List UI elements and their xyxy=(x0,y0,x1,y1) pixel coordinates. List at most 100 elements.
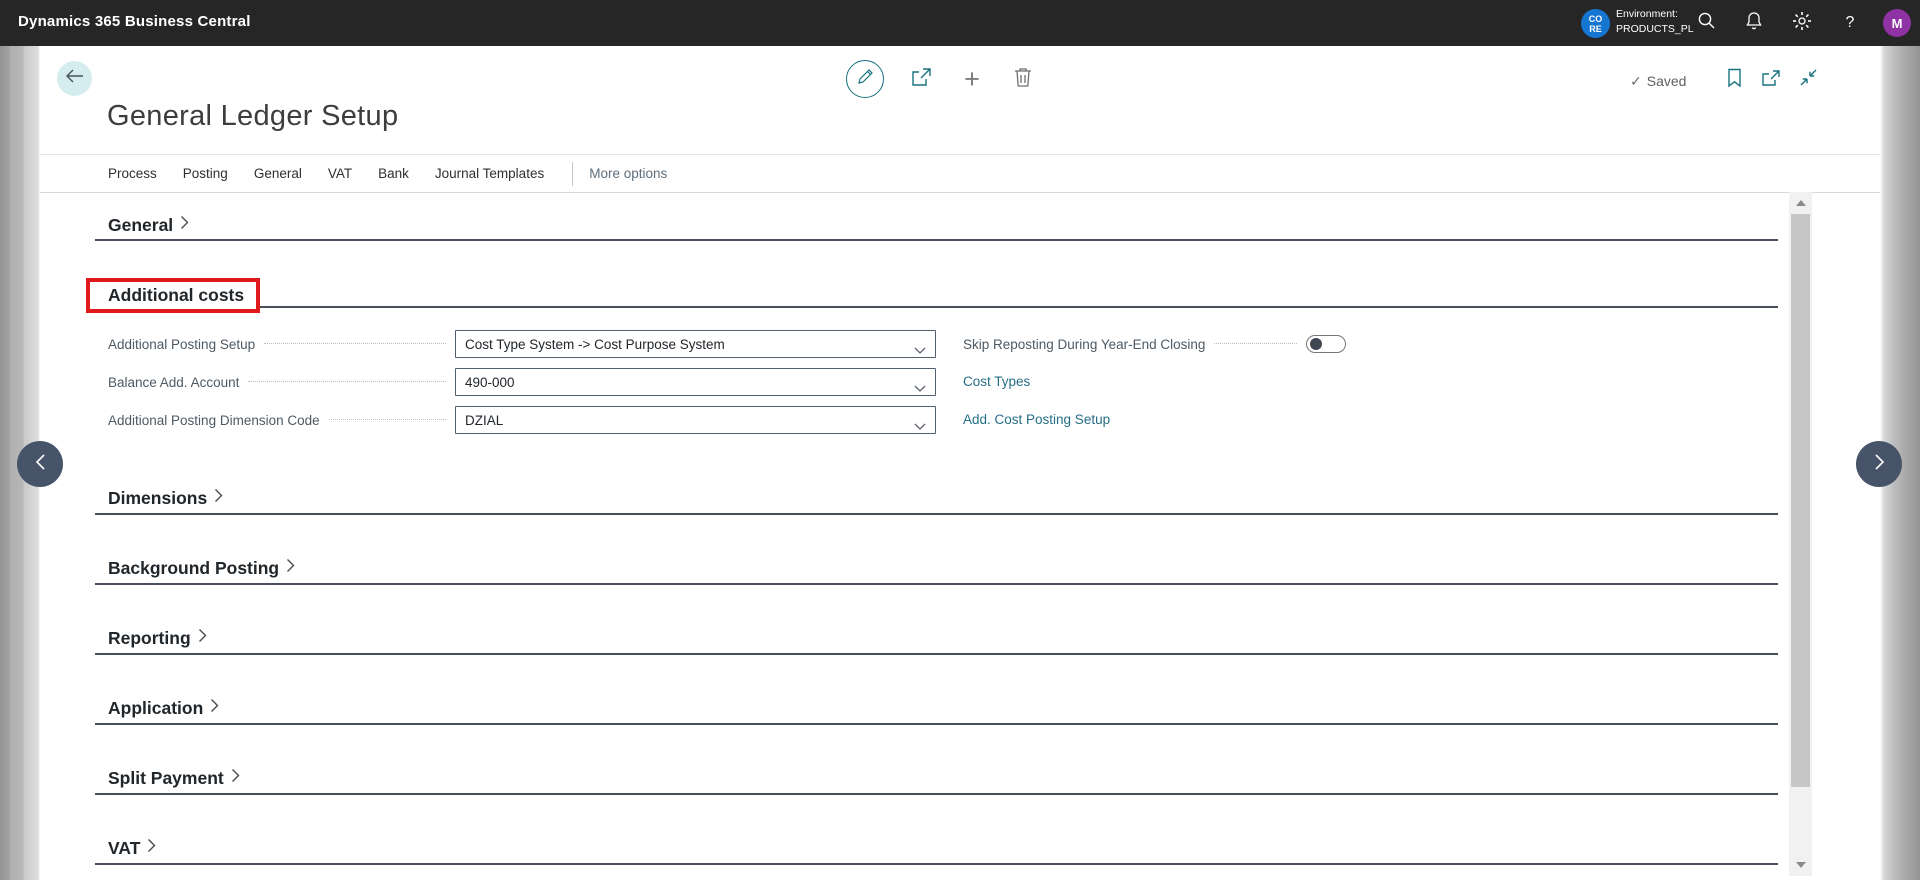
dropdown-value: 490-000 xyxy=(465,374,515,390)
back-arrow-icon xyxy=(65,68,85,89)
section-divider xyxy=(95,723,1778,725)
field-label: Additional Posting Setup xyxy=(108,336,256,352)
saved-label: Saved xyxy=(1646,73,1687,89)
skip-reposting-toggle[interactable] xyxy=(1306,335,1346,353)
more-options-button[interactable]: More options xyxy=(589,166,667,181)
chevron-right-icon xyxy=(1874,453,1885,476)
tab-posting[interactable]: Posting xyxy=(183,166,228,181)
open-in-new-window-button[interactable] xyxy=(1759,67,1783,93)
environment-label: Environment: xyxy=(1616,8,1678,20)
avatar[interactable]: M xyxy=(1883,9,1911,37)
field-row: Balance Add. Account 490-000 xyxy=(108,368,936,396)
tab-general[interactable]: General xyxy=(254,166,302,181)
field-label: Balance Add. Account xyxy=(108,374,240,390)
section-label: General xyxy=(108,214,174,235)
delete-button[interactable] xyxy=(1010,66,1036,92)
scrollbar-down-arrow[interactable] xyxy=(1796,862,1806,868)
plus-icon: + xyxy=(964,64,980,94)
additional-posting-dimension-code-dropdown[interactable]: DZIAL xyxy=(455,406,936,434)
new-record-button[interactable]: + xyxy=(958,65,986,93)
app-window: Dynamics 365 Business Central CO RE Envi… xyxy=(0,0,1920,880)
bookmark-icon xyxy=(1727,68,1742,93)
chevron-right-icon xyxy=(210,698,219,718)
section-header-general[interactable]: General xyxy=(108,214,189,236)
record-action-bar: + xyxy=(846,59,1036,99)
check-icon: ✓ xyxy=(1630,72,1642,89)
search-icon xyxy=(1697,11,1716,35)
back-button[interactable] xyxy=(57,61,92,96)
chevron-right-icon xyxy=(214,488,223,508)
section-header-reporting[interactable]: Reporting xyxy=(108,627,207,649)
previous-record-button[interactable] xyxy=(17,441,63,487)
popout-icon xyxy=(1761,69,1781,92)
dotted-leader xyxy=(248,380,446,382)
page-title: General Ledger Setup xyxy=(107,100,399,132)
pencil-icon xyxy=(857,68,874,90)
section-header-dimensions[interactable]: Dimensions xyxy=(108,487,223,509)
section-label: Background Posting xyxy=(108,557,280,578)
tab-journal-templates[interactable]: Journal Templates xyxy=(435,166,544,181)
cost-types-link[interactable]: Cost Types xyxy=(963,374,1030,389)
section-header-application[interactable]: Application xyxy=(108,697,219,719)
section-header-background-posting[interactable]: Background Posting xyxy=(108,557,295,579)
next-record-button[interactable] xyxy=(1856,441,1902,487)
tab-process[interactable]: Process xyxy=(108,166,157,181)
additional-posting-setup-dropdown[interactable]: Cost Type System -> Cost Purpose System xyxy=(455,330,936,358)
field-row: Additional Posting Setup Cost Type Syste… xyxy=(108,330,936,358)
chevron-down-icon xyxy=(914,380,926,395)
dropdown-value: Cost Type System -> Cost Purpose System xyxy=(465,336,725,352)
page-utility-bar xyxy=(1722,67,1820,93)
environment-name: PRODUCTS_PL xyxy=(1616,23,1694,35)
help-button[interactable]: ? xyxy=(1834,7,1866,39)
chevron-right-icon xyxy=(286,558,295,578)
add-cost-posting-setup-link[interactable]: Add. Cost Posting Setup xyxy=(963,412,1110,427)
section-divider xyxy=(95,306,1778,308)
settings-button[interactable] xyxy=(1786,7,1818,39)
share-button[interactable] xyxy=(908,66,934,92)
share-icon xyxy=(909,66,933,93)
section-divider xyxy=(95,239,1778,241)
section-label: Application xyxy=(108,697,204,718)
section-label: Additional costs xyxy=(108,284,245,305)
search-button[interactable] xyxy=(1690,7,1722,39)
section-header-additional-costs[interactable]: Additional costs xyxy=(108,284,244,306)
chevron-down-icon xyxy=(914,342,926,357)
scrollbar-thumb[interactable] xyxy=(1791,214,1810,787)
chevron-right-icon xyxy=(147,838,156,858)
help-icon: ? xyxy=(1845,14,1855,31)
scrollbar-up-arrow[interactable] xyxy=(1796,200,1806,206)
page-content: General Additional costs Additional Post… xyxy=(40,194,1880,880)
section-divider xyxy=(95,793,1778,795)
gear-icon xyxy=(1792,11,1812,36)
environment-badge-line2: RE xyxy=(1589,23,1602,34)
section-divider xyxy=(95,583,1778,585)
field-label: Skip Reposting During Year-End Closing xyxy=(963,336,1206,352)
menu-separator xyxy=(572,161,574,186)
notifications-button[interactable] xyxy=(1738,7,1770,39)
environment-badge-line1: CO xyxy=(1588,13,1603,24)
section-label: Split Payment xyxy=(108,767,224,788)
chevron-down-icon xyxy=(914,418,926,433)
section-divider xyxy=(95,513,1778,515)
edit-button[interactable] xyxy=(846,60,884,98)
section-header-split-payment[interactable]: Split Payment xyxy=(108,767,240,789)
bookmark-button[interactable] xyxy=(1722,67,1746,93)
tab-bank[interactable]: Bank xyxy=(378,166,409,181)
section-label: Reporting xyxy=(108,627,191,648)
tab-vat[interactable]: VAT xyxy=(328,166,352,181)
dotted-leader xyxy=(1214,342,1297,344)
field-row: Additional Posting Dimension Code DZIAL xyxy=(108,406,936,434)
top-navigation-bar: Dynamics 365 Business Central CO RE Envi… xyxy=(0,0,1920,46)
toggle-knob xyxy=(1310,338,1322,350)
environment-badge[interactable]: CO RE xyxy=(1581,9,1610,38)
field-label: Additional Posting Dimension Code xyxy=(108,412,320,428)
collapse-view-button[interactable] xyxy=(1796,67,1820,93)
dropdown-value: DZIAL xyxy=(465,412,504,428)
avatar-initial: M xyxy=(1891,15,1903,31)
balance-add-account-dropdown[interactable]: 490-000 xyxy=(455,368,936,396)
section-header-vat[interactable]: VAT xyxy=(108,837,156,859)
chevron-left-icon xyxy=(35,453,46,476)
bell-icon xyxy=(1745,11,1763,35)
app-brand[interactable]: Dynamics 365 Business Central xyxy=(18,13,251,30)
field-row: Skip Reposting During Year-End Closing xyxy=(963,330,1346,358)
